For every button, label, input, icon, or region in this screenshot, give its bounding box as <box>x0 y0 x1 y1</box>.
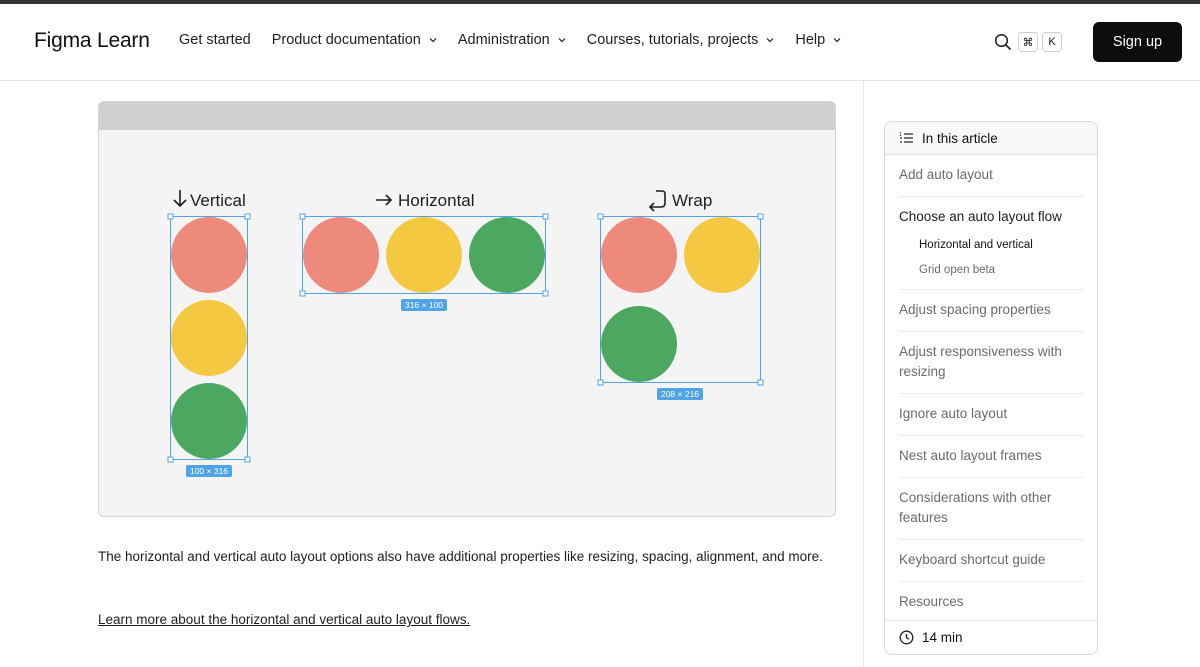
nav-help[interactable]: Help <box>795 32 841 48</box>
toc-item-keyboard[interactable]: Keyboard shortcut guide <box>899 540 1083 582</box>
arrow-right-icon <box>376 194 393 206</box>
table-of-contents: 1 In this article Add auto layout Choose… <box>884 121 1098 655</box>
site-header: Figma Learn Get started Product document… <box>0 4 1200 81</box>
learn-more-link[interactable]: Learn more about the horizontal and vert… <box>98 612 470 627</box>
red-circle <box>171 217 247 293</box>
toc-header: 1 In this article <box>885 122 1097 155</box>
search-icon[interactable] <box>994 33 1012 51</box>
illustration-canvas: Vertical 100 × 316 Horizontal 316 × 100 <box>167 190 764 477</box>
wrap-group: Wrap 208 × 216 <box>597 190 764 400</box>
body-paragraph: The horizontal and vertical auto layout … <box>98 549 823 564</box>
toc-subitem-grid[interactable]: Grid open beta <box>899 258 1083 283</box>
chevron-down-icon <box>429 38 437 43</box>
vertical-label: Vertical <box>190 191 246 210</box>
dimension-label: 316 × 100 <box>405 300 443 310</box>
shortcut-key-k: K <box>1042 32 1062 52</box>
read-time-label: 14 min <box>922 630 963 645</box>
nav-label: Courses, tutorials, projects <box>586 32 759 48</box>
toc-item-resources[interactable]: Resources <box>899 582 1083 623</box>
nav-get-started[interactable]: Get started <box>179 32 251 48</box>
list-icon: 1 <box>899 132 913 143</box>
green-circle <box>171 383 247 459</box>
toc-item-resizing[interactable]: Adjust responsiveness with resizing <box>899 332 1083 394</box>
chevron-down-icon <box>833 38 841 43</box>
dimension-label: 208 × 216 <box>661 389 699 399</box>
horizontal-label: Horizontal <box>398 191 475 210</box>
shortcut-key-cmd: ⌘ <box>1018 32 1038 52</box>
clock-icon <box>899 630 914 645</box>
chevron-down-icon <box>558 38 566 43</box>
red-circle <box>303 217 379 293</box>
nav-product-documentation[interactable]: Product documentation <box>272 32 437 48</box>
toc-list: Add auto layout Choose an auto layout fl… <box>885 155 1097 623</box>
yellow-circle <box>171 300 247 376</box>
dimension-label: 100 × 316 <box>190 466 228 476</box>
nav-courses[interactable]: Courses, tutorials, projects <box>587 32 775 48</box>
toc-subitem-horizontal-vertical[interactable]: Horizontal and vertical <box>899 233 1083 258</box>
wrap-label: Wrap <box>672 191 712 210</box>
auto-layout-illustration: Vertical 100 × 316 Horizontal 316 × 100 <box>98 101 836 517</box>
horizontal-group: Horizontal 316 × 100 <box>299 191 549 311</box>
red-circle <box>601 217 677 293</box>
toc-group-choose-flow: Choose an auto layout flow Horizontal an… <box>899 197 1083 290</box>
nav-label: Product documentation <box>271 32 421 48</box>
toc-item-choose-flow[interactable]: Choose an auto layout flow <box>899 197 1083 233</box>
read-time: 14 min <box>885 620 1097 654</box>
nav-label: Administration <box>457 32 550 48</box>
yellow-circle <box>684 217 760 293</box>
toc-item-ignore[interactable]: Ignore auto layout <box>899 394 1083 436</box>
chevron-down-icon <box>766 38 774 43</box>
toc-item-spacing[interactable]: Adjust spacing properties <box>899 290 1083 332</box>
figma-learn-logo[interactable]: Figma Learn <box>34 29 150 53</box>
nav-label: Get started <box>179 32 251 48</box>
main-nav: Get started Product documentation Admini… <box>179 32 841 48</box>
sidebar-divider <box>863 81 864 667</box>
wrap-arrow-icon <box>648 190 666 212</box>
green-circle <box>601 306 677 382</box>
toc-item-add-auto-layout[interactable]: Add auto layout <box>899 155 1083 197</box>
arrow-down-icon <box>173 190 187 208</box>
toc-item-considerations[interactable]: Considerations with other features <box>899 478 1083 540</box>
vertical-group: Vertical 100 × 316 <box>167 190 251 477</box>
yellow-circle <box>386 217 462 293</box>
nav-administration[interactable]: Administration <box>458 32 566 48</box>
sign-up-button[interactable]: Sign up <box>1093 22 1182 62</box>
toc-item-nest[interactable]: Nest auto layout frames <box>899 436 1083 478</box>
svg-text:1: 1 <box>899 132 902 138</box>
toc-title: In this article <box>922 130 998 146</box>
green-circle <box>469 217 545 293</box>
nav-label: Help <box>795 32 826 48</box>
